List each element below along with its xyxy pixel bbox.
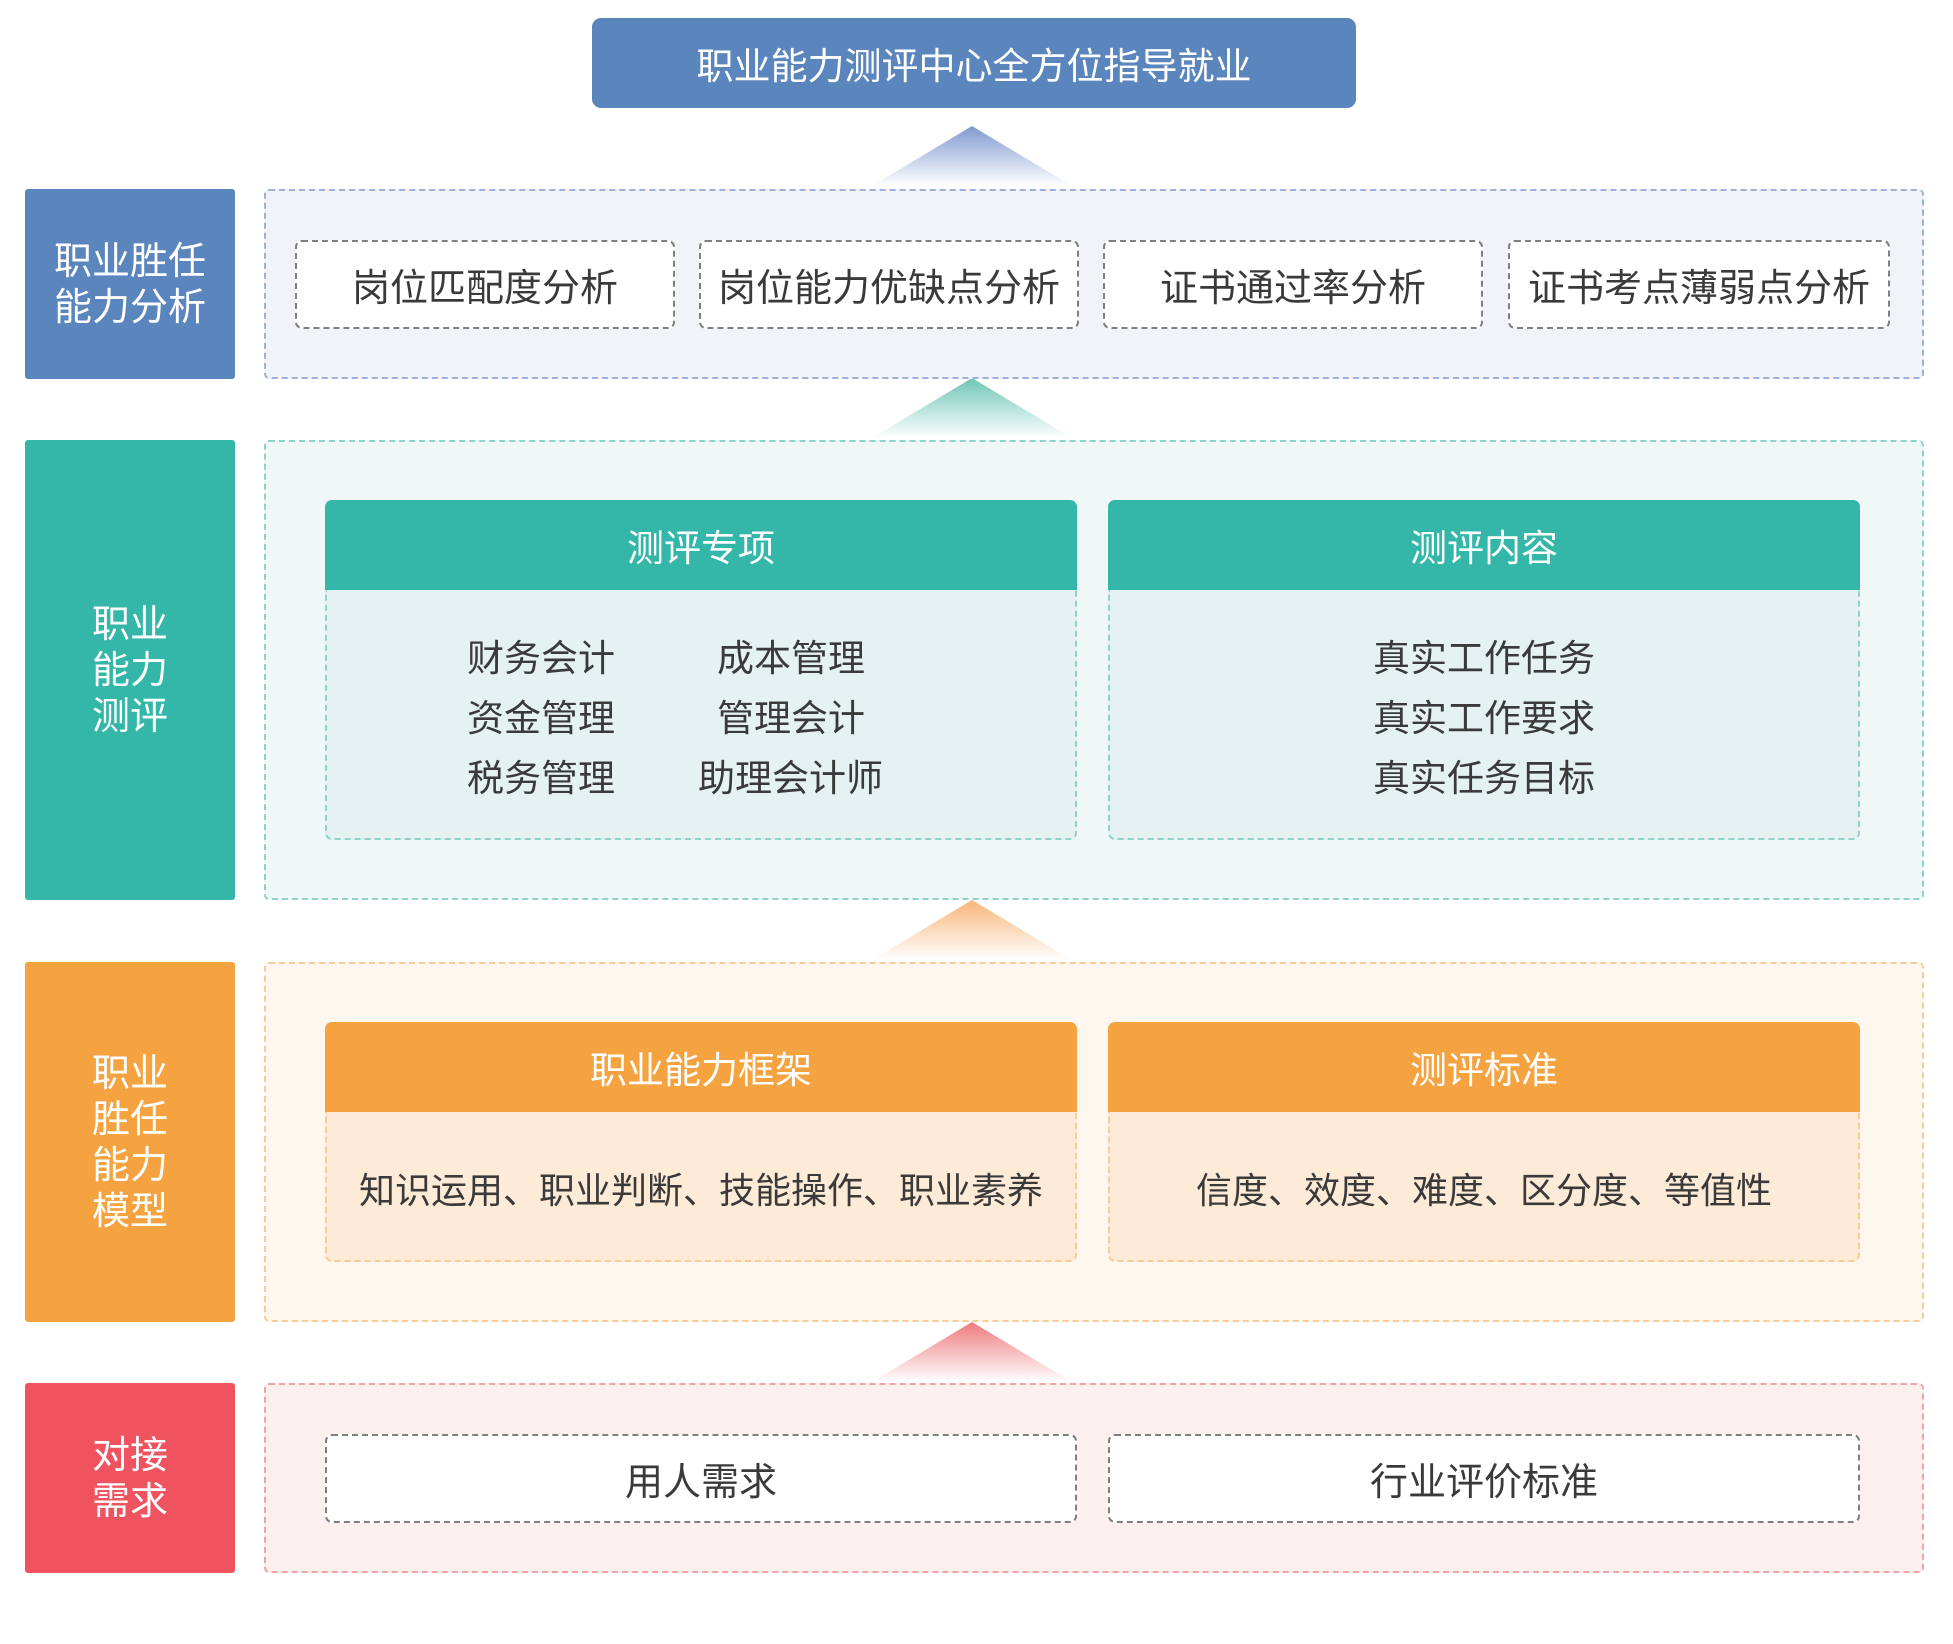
- card-text: 知识运用、职业判断、技能操作、职业素养: [358, 1171, 1043, 1212]
- card-header: 测评专项: [325, 500, 1077, 590]
- analysis-box: 证书考点薄弱点分析: [1508, 240, 1890, 329]
- analysis-box: 岗位匹配度分析: [295, 240, 675, 329]
- analysis-box: 岗位能力优缺点分析: [699, 240, 1079, 329]
- card-body: 信度、效度、难度、区分度、等值性: [1108, 1112, 1860, 1262]
- list-item: 真实工作任务: [1373, 637, 1595, 680]
- arrow-up-icon: [872, 378, 1072, 438]
- tier-label-assessment-text: 职业能力测评: [91, 602, 168, 738]
- card-header: 测评内容: [1108, 500, 1860, 590]
- list-item: 成本管理: [717, 637, 865, 680]
- card-header: 职业能力框架: [325, 1022, 1077, 1112]
- list-item: 税务管理: [467, 757, 615, 800]
- arrow-up-icon: [872, 1322, 1072, 1382]
- card-header: 测评标准: [1108, 1022, 1860, 1112]
- card-body: 财务会计 成本管理 资金管理 管理会计 税务管理 助理会计师: [325, 590, 1077, 840]
- list-item: 财务会计: [467, 637, 615, 680]
- arrow-up-icon: [872, 900, 1072, 960]
- tier-label-demand-text: 对接需求: [91, 1433, 168, 1523]
- list-item: 资金管理: [467, 697, 615, 740]
- card-body: 知识运用、职业判断、技能操作、职业素养: [325, 1112, 1077, 1262]
- demand-box: 行业评价标准: [1108, 1434, 1860, 1523]
- list-item: 真实任务目标: [1373, 757, 1595, 800]
- card-text: 信度、效度、难度、区分度、等值性: [1195, 1171, 1772, 1212]
- tier-label-demand: 对接需求: [25, 1383, 235, 1573]
- tier-label-model: 职业胜任能力模型: [25, 962, 235, 1322]
- analysis-box: 证书通过率分析: [1103, 240, 1483, 329]
- demand-box: 用人需求: [325, 1434, 1077, 1523]
- list-item: 真实工作要求: [1373, 697, 1595, 740]
- tier-label-model-text: 职业胜任能力模型: [91, 1051, 168, 1233]
- tier-label-analysis-text: 职业胜任能力分析: [53, 239, 206, 329]
- list-item: 助理会计师: [698, 757, 883, 800]
- list-item: 管理会计: [717, 697, 865, 740]
- top-title: 职业能力测评中心全方位指导就业: [592, 18, 1356, 108]
- tier-label-analysis: 职业胜任能力分析: [25, 189, 235, 379]
- card-body: 真实工作任务 真实工作要求 真实任务目标: [1108, 590, 1860, 840]
- arrow-up-icon: [872, 126, 1072, 186]
- tier-label-assessment: 职业能力测评: [25, 440, 235, 900]
